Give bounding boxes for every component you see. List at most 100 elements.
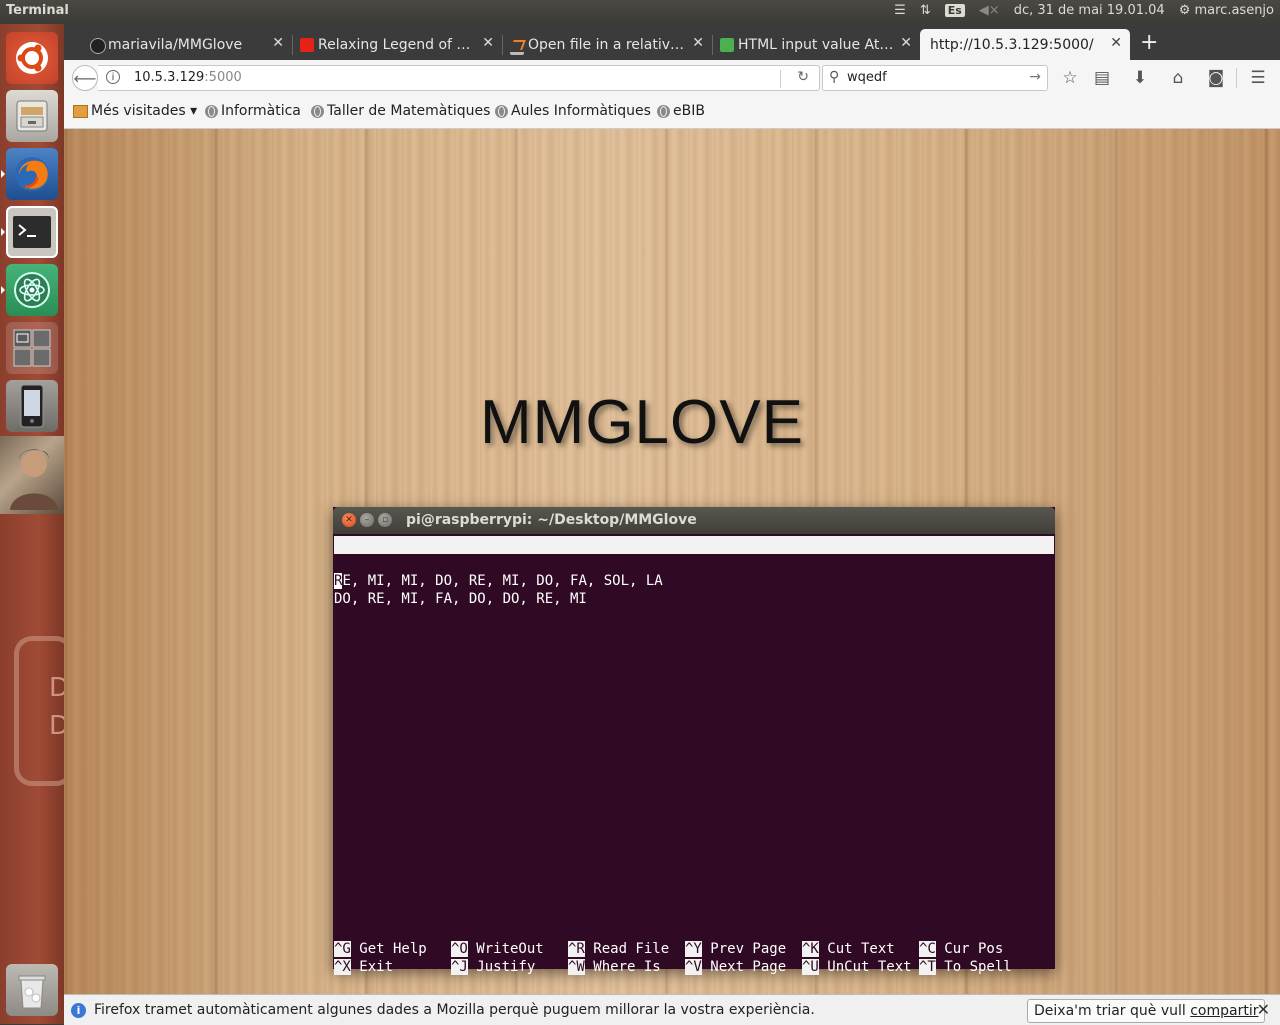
close-tab-icon[interactable]: ✕ [692, 35, 704, 51]
ubuntu-logo-icon [16, 42, 48, 74]
bookmark-informatica[interactable]: Informàtica [205, 103, 301, 119]
search-query: wqedf [847, 70, 887, 85]
bookmark-label: Aules Informàtiques [511, 103, 651, 119]
tab-label: Relaxing Legend of … [318, 36, 471, 53]
search-input[interactable]: ⚲ wqedf → [822, 65, 1048, 91]
choose-what-to-share-button[interactable]: Deixa'm triar què vull compartir [1027, 999, 1266, 1023]
search-go-arrow-icon[interactable]: → [1029, 69, 1041, 85]
url-text: 10.5.3.129:5000 [134, 70, 242, 85]
keyboard-layout-indicator[interactable]: Es [944, 4, 965, 17]
maximize-window-icon[interactable]: ▫ [378, 513, 392, 527]
terminal-window[interactable]: ✕ – ▫ pi@raspberrypi: ~/Desktop/MMGlove … [333, 507, 1055, 975]
close-tab-icon[interactable]: ✕ [900, 35, 912, 51]
button-label: Deixa'm triar què vull [1034, 1003, 1191, 1019]
tab-separator [502, 35, 503, 55]
shortcut-get-help: ^G Get Help [334, 941, 427, 957]
address-bar[interactable]: i 10.5.3.129:5000 ↻ [98, 65, 820, 91]
firefox-running-indicator [1, 170, 5, 178]
bookmark-taller-matematiques[interactable]: Taller de Matemàtiques [311, 103, 490, 119]
phone-icon [20, 384, 44, 428]
tab-stackoverflow[interactable]: Open file in a relativ… ✕ [504, 29, 712, 60]
firefox-launcher[interactable] [6, 148, 58, 200]
tab-github[interactable]: mariavila/MMGlove ✕ [84, 29, 292, 60]
url-port: :5000 [204, 70, 242, 85]
shortcut-writeout: ^O WriteOut [451, 941, 544, 957]
info-icon: i [71, 1003, 86, 1018]
back-arrow-icon[interactable]: ⟵ [72, 65, 98, 91]
network-icon[interactable]: ⇅ [920, 3, 931, 18]
bookmark-most-visited[interactable]: Més visitades ▾ [73, 103, 197, 119]
close-window-icon[interactable]: ✕ [342, 513, 356, 527]
editor-line-2[interactable]: DO, RE, MI, FA, DO, DO, RE, MI [334, 590, 587, 608]
nano-version: GNU nano 2.2.6 [352, 555, 471, 571]
shortcut-cur-pos: ^C Cur Pos [919, 941, 1004, 957]
shortcut-justify: ^J Justify [451, 959, 536, 975]
atom-launcher[interactable] [6, 264, 58, 316]
session-gear-icon[interactable]: ⚙ marc.asenjo [1179, 3, 1274, 18]
reload-icon[interactable]: ↻ [797, 69, 809, 85]
bookmark-ebib[interactable]: eBIB [657, 103, 705, 119]
new-tab-plus-icon[interactable]: + [1140, 30, 1158, 55]
folder-icon [73, 104, 88, 118]
mobile-device-launcher[interactable] [6, 380, 58, 432]
close-tab-icon[interactable]: ✕ [1110, 35, 1122, 51]
globe-icon [657, 104, 670, 118]
nano-header-bar: GNU nano 2.2.6 File: composició1.txt [334, 536, 1054, 589]
shortcut-next-page: ^V Next Page [685, 959, 787, 975]
bookmark-aules-informatiques[interactable]: Aules Informàtiques [495, 103, 651, 119]
active-app-title: Terminal [6, 3, 69, 18]
bookmark-label: eBIB [673, 103, 705, 119]
bookmark-star-icon[interactable]: ☆ [1059, 67, 1081, 89]
workspace-switcher[interactable] [6, 322, 58, 374]
w3schools-icon [720, 38, 734, 52]
close-notification-icon[interactable]: ✕ [1257, 1000, 1270, 1019]
minimize-window-icon[interactable]: – [360, 513, 374, 527]
editor-line-1-text: E, MI, MI, DO, RE, MI, DO, FA, SOL, LA [342, 573, 663, 589]
tab-mmglove-active[interactable]: http://10.5.3.129:5000/ ✕ [920, 29, 1130, 60]
page-title: MMGLOVE [480, 388, 804, 457]
firefox-data-notification: i Firefox tramet automàticament algunes … [64, 994, 1280, 1025]
terminal-launcher[interactable] [6, 206, 58, 258]
tab-label: Open file in a relativ… [528, 36, 685, 53]
globe-icon [311, 104, 324, 118]
home-icon[interactable]: ⌂ [1167, 67, 1189, 89]
clock[interactable]: dc, 31 de mai 19.01.04 [1014, 3, 1165, 18]
downloads-icon[interactable]: ⬇ [1129, 67, 1151, 89]
bookmark-label: Informàtica [221, 103, 301, 119]
tab-youtube[interactable]: Relaxing Legend of … ✕ [294, 29, 502, 60]
terminal-running-indicator [1, 228, 5, 236]
trash-icon [18, 975, 46, 1009]
site-info-icon[interactable]: i [106, 70, 120, 84]
terminal-titlebar[interactable]: ✕ – ▫ pi@raspberrypi: ~/Desktop/MMGlove [333, 507, 1055, 534]
terminal-icon [13, 216, 51, 248]
files-launcher[interactable] [6, 90, 58, 142]
globe-icon [205, 104, 218, 118]
hamburger-menu-icon[interactable]: ☰ [1247, 67, 1269, 89]
editor-line-1[interactable]: RE, MI, MI, DO, RE, MI, DO, FA, SOL, LA [334, 572, 663, 590]
pocket-icon[interactable]: ◙ [1205, 67, 1227, 89]
shortcut-uncut-text: ^U UnCut Text [802, 959, 912, 975]
tab-label: mariavila/MMGlove [108, 36, 243, 53]
username: marc.asenjo [1194, 3, 1274, 18]
tab-separator [712, 35, 713, 55]
ubuntu-dash-button[interactable] [6, 32, 58, 84]
bookmarks-menu-icon[interactable]: ▤ [1091, 67, 1113, 89]
url-divider [780, 70, 781, 88]
user-photo-launcher[interactable] [0, 436, 64, 514]
shortcut-to-spell: ^T To Spell [919, 959, 1012, 975]
trash-launcher[interactable] [6, 964, 58, 1016]
messaging-menu-icon[interactable]: ☰ [894, 3, 906, 18]
shortcut-read-file: ^R Read File [568, 941, 670, 957]
shortcut-where-is: ^W Where Is [568, 959, 661, 975]
bookmark-label: Taller de Matemàtiques [327, 103, 491, 119]
nano-editor[interactable]: GNU nano 2.2.6 File: composició1.txt RE,… [333, 534, 1055, 975]
shortcut-prev-page: ^Y Prev Page [685, 941, 787, 957]
button-label-accel: compartir [1190, 1003, 1259, 1019]
close-tab-icon[interactable]: ✕ [482, 35, 494, 51]
close-tab-icon[interactable]: ✕ [272, 35, 284, 51]
tab-w3schools[interactable]: HTML input value At… ✕ [714, 29, 920, 60]
workspace-grid-icon [13, 329, 51, 367]
shortcut-cut-text: ^K Cut Text [802, 941, 895, 957]
unity-launcher: DD [0, 24, 74, 1024]
sound-muted-icon[interactable]: ◀× [979, 3, 1000, 18]
